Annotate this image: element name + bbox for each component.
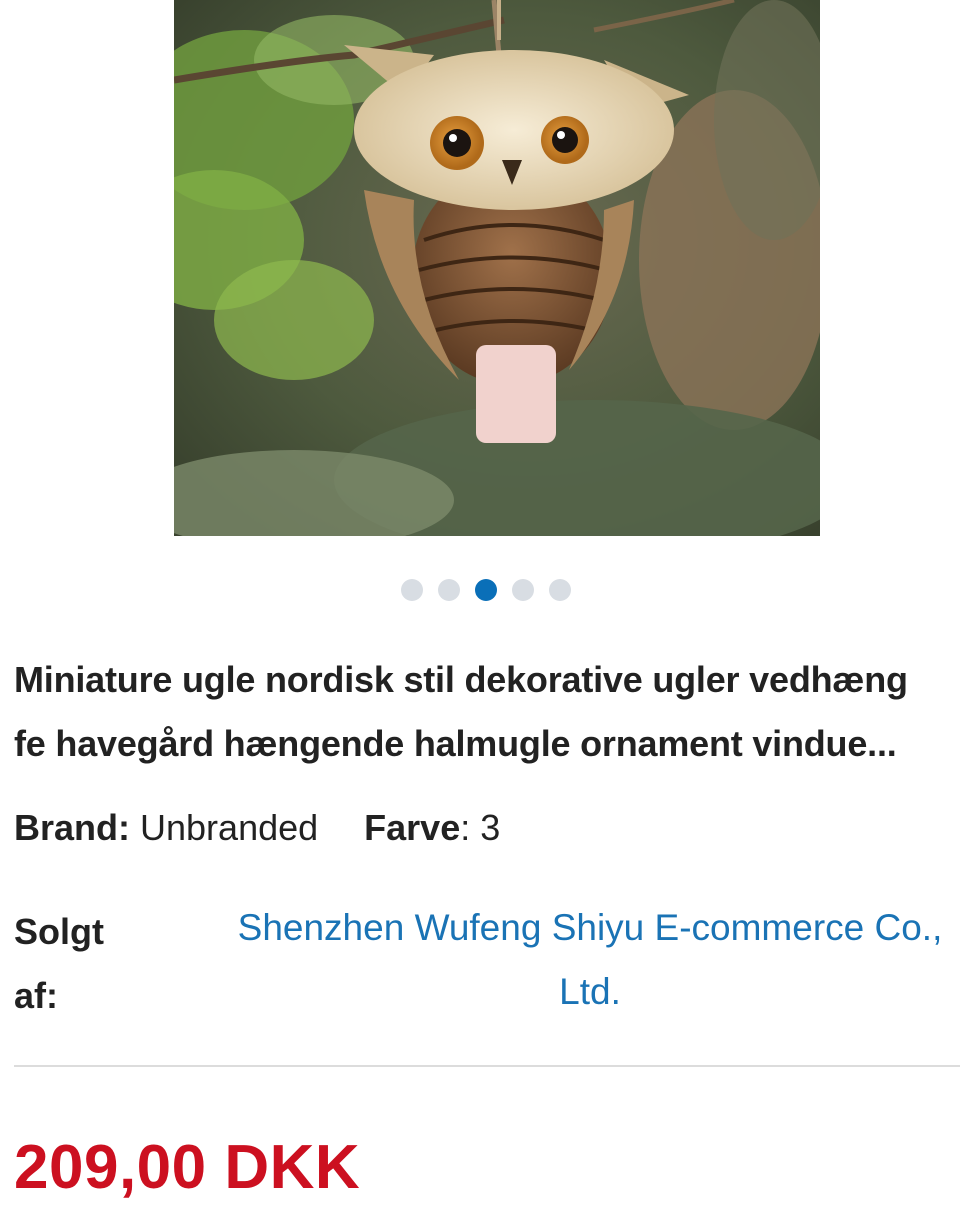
product-title: Miniature ugle nordisk stil dekorative u… (14, 648, 960, 776)
product-price: 209,00 DKK (14, 1133, 361, 1202)
brand-label: Brand: (14, 807, 130, 848)
seller-name-line: Shenzhen Wufeng Shiyu E-commerce Co., (237, 907, 943, 948)
product-title-line: fe havegård hængende halmugle ornament v… (14, 723, 897, 764)
carousel-dot[interactable] (401, 579, 423, 601)
product-image[interactable] (174, 0, 820, 536)
product-specs: Brand: Unbranded Farve: 3 (14, 806, 500, 850)
color-label: Farve (364, 807, 461, 848)
carousel-dot[interactable] (438, 579, 460, 601)
seller-name-line: Ltd. (559, 971, 621, 1012)
seller-name-link[interactable]: Shenzhen Wufeng Shiyu E-commerce Co., Lt… (200, 896, 960, 1024)
owl-ornament-photo (174, 0, 820, 536)
brand-value: Unbranded (140, 807, 319, 848)
seller-label: Solgt af: (14, 900, 134, 1028)
color-value: : 3 (460, 807, 501, 848)
carousel-dot[interactable] (512, 579, 534, 601)
seller-label-line: af: (14, 975, 58, 1016)
product-title-line: Miniature ugle nordisk stil dekorative u… (14, 659, 908, 700)
seller-label-line: Solgt (14, 911, 104, 952)
divider (14, 1065, 960, 1067)
carousel-dot-active[interactable] (475, 579, 497, 601)
image-carousel-dots (0, 579, 960, 601)
carousel-dot[interactable] (549, 579, 571, 601)
